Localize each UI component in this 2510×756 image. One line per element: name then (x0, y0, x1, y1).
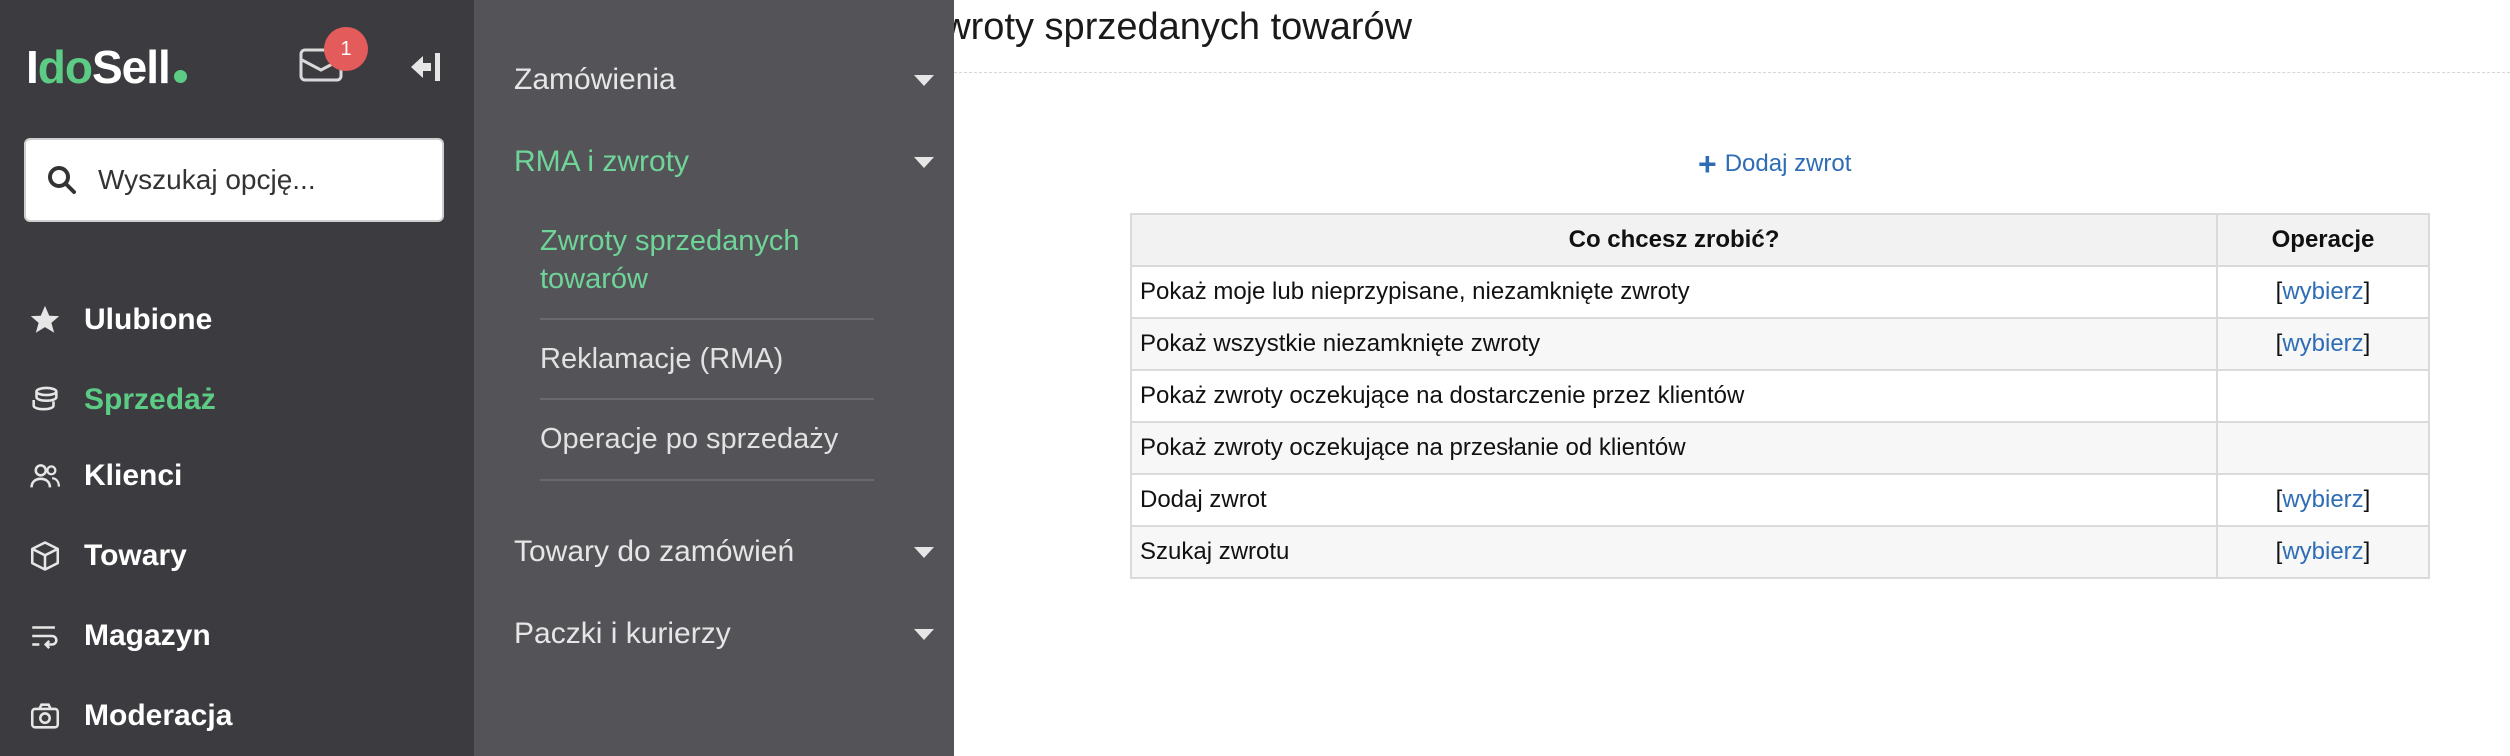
table-row: Pokaż zwroty oczekujące na przesłanie od… (1130, 421, 2430, 475)
choose-link[interactable]: wybierz (2282, 278, 2363, 305)
sidebar-item-label: Magazyn (84, 619, 211, 652)
page-title: Zwroty sprzedanych towarów (920, 6, 1413, 48)
table-row: Pokaż wszystkie niezamknięte zwroty [wyb… (1130, 317, 2430, 371)
warehouse-icon (28, 619, 62, 653)
sidebar-item-label: Moderacja (84, 699, 233, 732)
row-operation: [wybierz] (2216, 525, 2430, 579)
table-row: Pokaż moje lub nieprzypisane, niezamknię… (1130, 265, 2430, 319)
submenu-item-products-to-order[interactable]: Towary do zamówień (514, 527, 934, 577)
submenu-child-after-sale-operations[interactable]: Operacje po sprzedaży (540, 420, 874, 458)
operations-table: Co chcesz zrobić? Operacje Pokaż moje lu… (1130, 213, 2430, 579)
sidebar-item-label: Sprzedaż (84, 383, 216, 416)
users-icon (28, 459, 62, 493)
plus-icon: + (1698, 146, 1717, 182)
row-operation: [wybierz] (2216, 317, 2430, 371)
sidebar-item-favorites[interactable]: Ulubione (28, 296, 212, 344)
logo-dot (173, 70, 187, 83)
submenu-item-label: Towary do zamówień (514, 535, 795, 568)
submenu-item-rma-returns[interactable]: RMA i zwroty (514, 137, 934, 187)
sidebar-item-label: Ulubione (84, 303, 213, 336)
sidebar-item-label: Klienci (84, 459, 183, 492)
submenu-item-parcels-couriers[interactable]: Paczki i kurierzy (514, 609, 934, 659)
sidebar: IdoSell 1 Ulubione Sprzedaż Klienci Towa… (0, 0, 474, 756)
box-icon (28, 539, 62, 573)
choose-link[interactable]: wybierz (2282, 538, 2363, 565)
star-icon (28, 303, 62, 337)
header-what: Co chcesz zrobić? (1130, 213, 2218, 267)
add-return-label: Dodaj zwrot (1724, 150, 1852, 177)
camera-icon (28, 699, 62, 733)
sidebar-item-clients[interactable]: Klienci (28, 452, 182, 500)
logo-text-accent: do (37, 41, 93, 93)
submenu-divider (540, 318, 874, 320)
idosell-logo[interactable]: IdoSell (26, 40, 187, 94)
add-return-link[interactable]: + Dodaj zwrot (1698, 148, 1851, 180)
submenu-child-complaints-rma[interactable]: Reklamacje (RMA) (540, 340, 874, 378)
submenu-divider (540, 398, 874, 400)
sidebar-item-label: Towary (84, 539, 187, 572)
table-row: Dodaj zwrot [wybierz] (1130, 473, 2430, 527)
choose-link[interactable]: wybierz (2282, 330, 2363, 357)
row-label: Szukaj zwrotu (1130, 525, 2218, 579)
title-divider (954, 72, 2510, 73)
collapse-sidebar-icon[interactable] (408, 50, 444, 84)
choose-link[interactable]: wybierz (2282, 486, 2363, 513)
row-operation-empty (2216, 421, 2430, 475)
logo-text-part3: Sell (91, 41, 171, 93)
row-label: Pokaż zwroty oczekujące na przesłanie od… (1130, 421, 2218, 475)
search-box[interactable] (24, 138, 444, 222)
submenu-panel: Zamówienia RMA i zwroty Zwroty sprzedany… (474, 0, 954, 756)
submenu-item-label: Paczki i kurierzy (514, 617, 731, 650)
table-header-row: Co chcesz zrobić? Operacje (1130, 213, 2430, 267)
submenu-divider (540, 479, 874, 481)
search-icon (48, 166, 76, 194)
submenu-item-label: Zamówienia (514, 63, 676, 96)
chevron-down-icon (914, 156, 934, 168)
coins-icon (28, 383, 62, 417)
row-label: Pokaż moje lub nieprzypisane, niezamknię… (1130, 265, 2218, 319)
sidebar-item-moderation[interactable]: Moderacja (28, 692, 232, 740)
submenu-item-orders[interactable]: Zamówienia (514, 55, 934, 105)
row-label: Dodaj zwrot (1130, 473, 2218, 527)
row-label: Pokaż wszystkie niezamknięte zwroty (1130, 317, 2218, 371)
chevron-down-icon (914, 628, 934, 640)
sidebar-item-sales[interactable]: Sprzedaż (28, 376, 216, 424)
table-row: Pokaż zwroty oczekujące na dostarczenie … (1130, 369, 2430, 423)
search-input[interactable] (98, 164, 428, 196)
sidebar-item-warehouse[interactable]: Magazyn (28, 612, 211, 660)
mail-count-badge: 1 (324, 27, 368, 71)
logo-text-part1: I (26, 41, 39, 93)
submenu-child-returns-sold-products[interactable]: Zwroty sprzedanych towarów (540, 222, 874, 298)
row-label: Pokaż zwroty oczekujące na dostarczenie … (1130, 369, 2218, 423)
row-operation-empty (2216, 369, 2430, 423)
sidebar-item-products[interactable]: Towary (28, 532, 187, 580)
chevron-down-icon (914, 74, 934, 86)
chevron-down-icon (914, 546, 934, 558)
row-operation: [wybierz] (2216, 265, 2430, 319)
table-row: Szukaj zwrotu [wybierz] (1130, 525, 2430, 579)
row-operation: [wybierz] (2216, 473, 2430, 527)
submenu-item-label: RMA i zwroty (514, 145, 690, 178)
header-operations: Operacje (2216, 213, 2430, 267)
